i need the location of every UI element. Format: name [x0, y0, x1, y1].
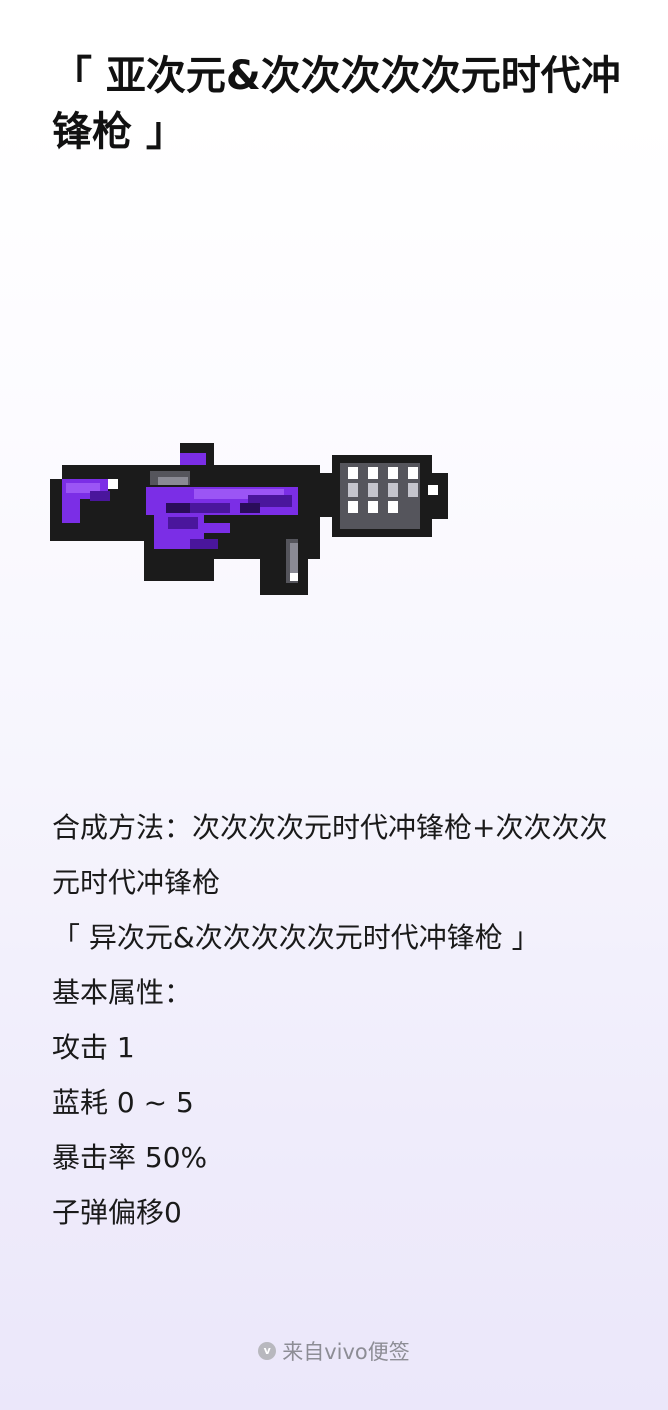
pixel-gun-icon — [50, 443, 448, 595]
footer-label: 来自vivo便签 — [282, 1340, 410, 1364]
crafting-result-line: 「 异次元&次次次次次元时代冲锋枪 」 — [52, 921, 540, 954]
vivo-logo-icon: v — [258, 1342, 277, 1360]
attributes-heading: 基本属性： — [52, 976, 193, 1009]
footer-source: v 来自vivo便签 — [0, 1336, 668, 1366]
crafting-method-line: 合成方法：次次次次元时代冲锋枪+次次次次元时代冲锋枪 — [52, 811, 608, 899]
note-body: 合成方法：次次次次元时代冲锋枪+次次次次元时代冲锋枪 「 异次元&次次次次次元时… — [52, 800, 632, 1240]
attack-stat: 攻击 1 — [52, 1031, 135, 1064]
bullet-offset-stat: 子弹偏移0 — [52, 1196, 182, 1229]
note-title: 「 亚次元&次次次次次元时代冲锋枪 」 — [52, 53, 621, 155]
weapon-image — [50, 443, 450, 595]
crit-rate-stat: 暴击率 50% — [52, 1141, 208, 1174]
mana-cost-stat: 蓝耗 0 ~ 5 — [52, 1086, 194, 1119]
